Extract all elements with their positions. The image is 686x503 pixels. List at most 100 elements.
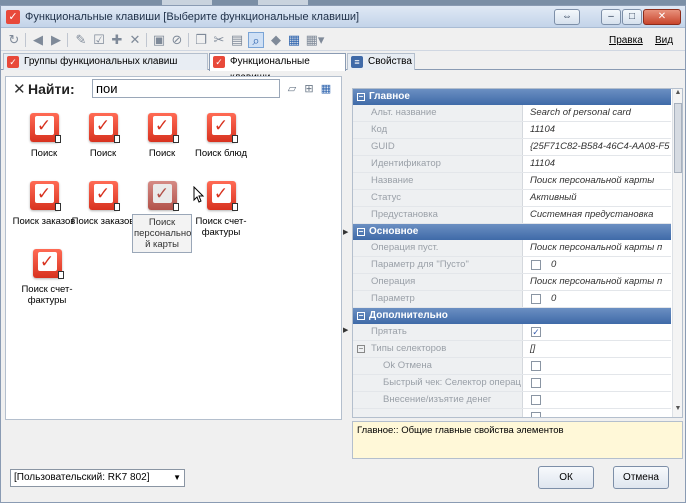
title-bar: ✓ Функциональные клавиши [Выберите функц… [1, 6, 685, 28]
search-row: ✕ Найти: ▱ ⊞ ▦ [6, 77, 341, 101]
folder-icon[interactable]: ▱ [285, 82, 299, 96]
ok-button[interactable]: ОК [538, 466, 594, 489]
fkey-check-icon: ✓ [88, 113, 120, 143]
section-main[interactable]: − Главное [353, 89, 671, 105]
collapse-icon[interactable]: − [357, 93, 365, 101]
prop-status[interactable]: Статус Активный [353, 190, 671, 207]
properties-grid: − Главное Альт. название Search of perso… [352, 88, 683, 418]
tab-label: Группы функциональных клавиш [24, 56, 178, 67]
prop-next-partial [353, 409, 671, 417]
splitter-arrow-icon[interactable]: ▶ [343, 326, 348, 334]
fast-check-checkbox[interactable] [531, 378, 541, 388]
item-label: Поиск счет-фактуры [21, 284, 73, 306]
fkey-check-icon: ✓ [206, 181, 238, 211]
save-icon[interactable]: ▣ [151, 32, 167, 48]
delete-icon[interactable]: ✕ [127, 32, 143, 48]
list-item[interactable]: ✓ Поиск блюд [189, 113, 253, 159]
profile-select[interactable]: [Пользовательский: RK7 802] ▼ [10, 469, 185, 487]
maximize-button[interactable]: □ [622, 9, 642, 25]
item-label: Поиск счет-фактуры [195, 216, 247, 238]
prop-code[interactable]: Код 11104 [353, 122, 671, 139]
tab-fkey-groups[interactable]: ✓ Группы функциональных клавиш [3, 53, 208, 70]
collapse-icon[interactable]: − [357, 228, 365, 236]
splitter-arrow-icon[interactable]: ▶ [343, 228, 348, 236]
hide-checkbox[interactable]: ✓ [531, 327, 541, 337]
list-item[interactable]: ✓ Поиск счет-фактуры [12, 249, 82, 306]
section-basic[interactable]: − Основное [353, 224, 671, 240]
partial-checkbox[interactable] [531, 412, 541, 417]
list-item[interactable]: ✓ Поиск [130, 113, 194, 159]
dialog-window: ✓ Функциональные клавиши [Выберите функц… [0, 5, 686, 503]
scrollbar-thumb[interactable] [674, 103, 682, 173]
prop-op-empty[interactable]: Операция пуст. Поиск персональной карты … [353, 240, 671, 257]
grid-view-icon[interactable]: ▦▾ [304, 32, 326, 48]
copy-icon[interactable]: ❐ [193, 32, 209, 48]
param-empty-checkbox[interactable] [531, 260, 541, 270]
cancel-button[interactable]: Отмена [613, 466, 669, 489]
chevron-down-icon[interactable]: ▼ [173, 470, 181, 486]
parameter-checkbox[interactable] [531, 294, 541, 304]
list-item[interactable]: ✓ Поиск заказов [71, 181, 135, 227]
cut-icon[interactable]: ✂ [211, 32, 227, 48]
item-label: Поиск персонально й карты [132, 214, 192, 253]
section-extra[interactable]: − Дополнительно [353, 308, 671, 324]
filter-icon[interactable]: ◆ [268, 32, 284, 48]
prop-cash-in-out[interactable]: Внесение/изъятие денег [353, 392, 671, 409]
prop-name[interactable]: Название Поиск персональной карты [353, 173, 671, 190]
search-input[interactable] [92, 79, 280, 98]
prop-selector-types[interactable]: − Типы селекторов [] [353, 341, 671, 358]
close-search-icon[interactable]: ✕ [13, 80, 26, 98]
item-label: Поиск заказов [71, 216, 135, 227]
collapse-icon[interactable]: − [357, 345, 365, 353]
fkey-check-icon: ✓ [147, 113, 179, 143]
scroll-down-icon[interactable]: ▼ [673, 405, 682, 417]
list-item[interactable]: ✓ Поиск [71, 113, 135, 159]
close-button[interactable]: ✕ [643, 9, 681, 25]
hierarchy-icon[interactable]: ⊞ [302, 82, 316, 96]
checkbox-icon[interactable]: ☑ [91, 32, 107, 48]
item-label: Поиск блюд [195, 148, 247, 159]
collapse-icon[interactable]: − [357, 312, 365, 320]
cash-in-out-checkbox[interactable] [531, 395, 541, 405]
forward-icon[interactable]: ▶ [48, 32, 64, 48]
cancel-icon[interactable]: ⊘ [169, 32, 185, 48]
list-item[interactable]: ✓ Поиск заказов [12, 181, 76, 227]
edit-icon[interactable]: ✎ [73, 32, 89, 48]
menu-view[interactable]: Вид [655, 35, 673, 46]
fkey-check-icon: ✓ [88, 181, 120, 211]
prop-preset[interactable]: Предустановка Системная предустановка [353, 207, 671, 224]
app-check-icon: ✓ [6, 10, 20, 24]
tree-icon[interactable]: ▦ [286, 32, 302, 48]
paste-icon[interactable]: ▤ [229, 32, 245, 48]
ok-cancel-checkbox[interactable] [531, 361, 541, 371]
prop-alt-name[interactable]: Альт. название Search of personal card [353, 105, 671, 122]
item-label: Поиск [148, 148, 176, 159]
search-icon[interactable]: ⌕ [248, 32, 264, 48]
menu-edit[interactable]: Правка [609, 35, 643, 46]
prop-param-empty[interactable]: Параметр для "Пусто" 0 [353, 257, 671, 274]
refresh-icon[interactable]: ↻ [6, 32, 22, 48]
restore-icon[interactable]: ⇔ [554, 9, 580, 25]
prop-fast-check[interactable]: Быстрый чек: Селектор операц [353, 375, 671, 392]
prop-hide[interactable]: Прятать ✓ [353, 324, 671, 341]
back-icon[interactable]: ◀ [30, 32, 46, 48]
group-icon: ✓ [7, 56, 19, 68]
prop-parameter[interactable]: Параметр 0 [353, 291, 671, 308]
tab-fkeys[interactable]: ✓ Функциональные клавиши [209, 53, 346, 83]
properties-scrollbar[interactable]: ▲ ▼ [672, 89, 682, 417]
scroll-up-icon[interactable]: ▲ [673, 89, 682, 101]
toolbar-separator [67, 33, 68, 47]
new-item-icon[interactable]: ✚ [109, 32, 125, 48]
minimize-button[interactable]: – [601, 9, 621, 25]
tab-properties[interactable]: ≡ Свойства [347, 53, 415, 70]
tree-view-icon[interactable]: ▦ [319, 82, 333, 96]
prop-identifier[interactable]: Идентификатор 11104 [353, 156, 671, 173]
list-item-selected[interactable]: ✓ Поиск персонально й карты [130, 181, 194, 253]
prop-ok-cancel[interactable]: Ok Отмена [353, 358, 671, 375]
list-item[interactable]: ✓ Поиск [12, 113, 76, 159]
prop-guid[interactable]: GUID {25F71C82-B584-46C4-AA08-F5 [353, 139, 671, 156]
prop-operation[interactable]: Операция Поиск персональной карты п [353, 274, 671, 291]
toolbar-separator [146, 33, 147, 47]
description-panel: Главное:: Общие главные свойства элемент… [352, 421, 683, 459]
tab-strip: ✓ Группы функциональных клавиш ✓ Функцио… [1, 52, 685, 83]
